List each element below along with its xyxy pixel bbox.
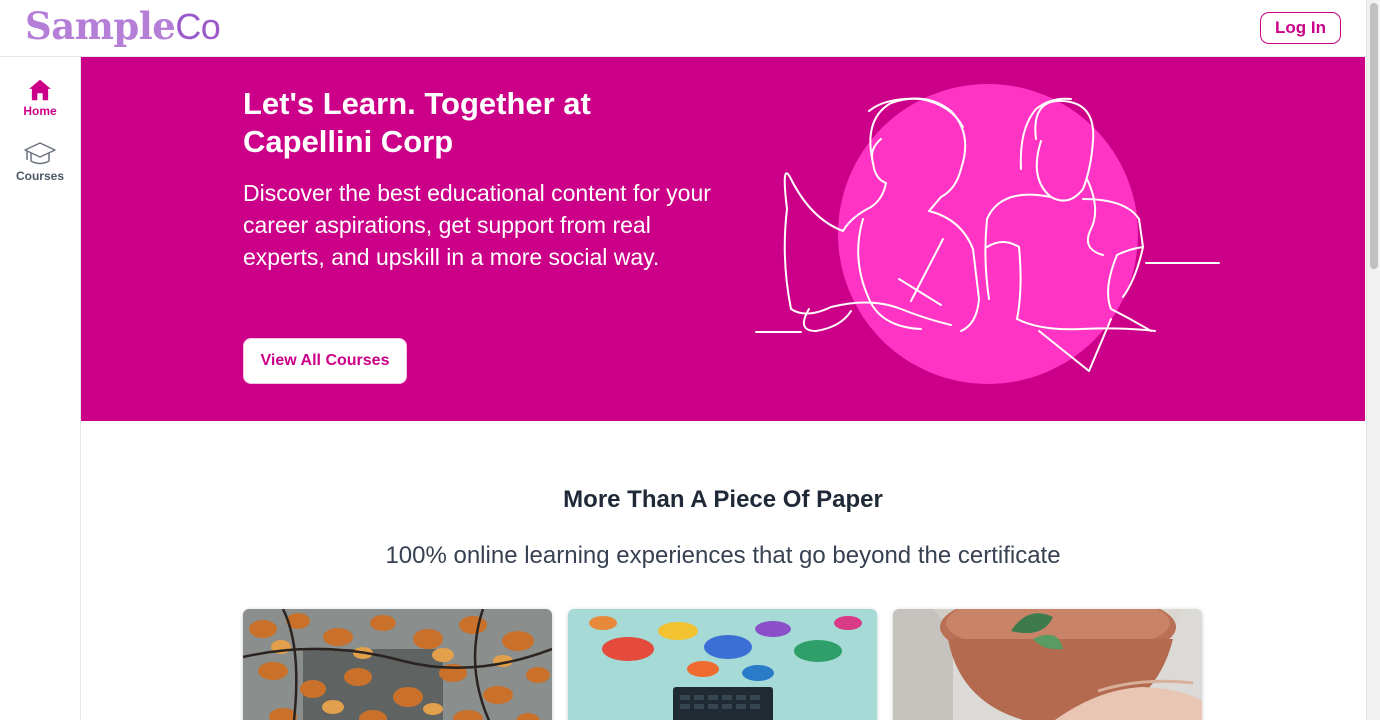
sidebar-item-courses[interactable]: Courses bbox=[0, 140, 80, 183]
hero-illustration bbox=[755, 84, 1220, 384]
autumn-leaves-image bbox=[243, 609, 552, 720]
hero-title: Let's Learn. Together at Capellini Corp bbox=[243, 86, 591, 159]
course-card-creative[interactable] bbox=[568, 609, 877, 720]
sidebar-item-label: Home bbox=[23, 104, 57, 118]
section-subtitle: 100% online learning experiences that go… bbox=[385, 542, 1061, 569]
home-icon bbox=[29, 79, 51, 101]
login-button[interactable]: Log In bbox=[1260, 12, 1341, 44]
top-bar: Sample Co Log In bbox=[0, 0, 1366, 57]
page-scrollbar[interactable] bbox=[1366, 0, 1380, 720]
section-title: More Than A Piece Of Paper bbox=[563, 486, 883, 513]
sidebar-item-home[interactable]: Home bbox=[0, 77, 80, 118]
logo[interactable]: Sample Co bbox=[25, 4, 221, 50]
course-card-tea[interactable] bbox=[893, 609, 1202, 720]
hero-description: Discover the best educational content fo… bbox=[243, 180, 711, 270]
graduation-cap-icon bbox=[24, 142, 56, 165]
view-all-courses-button[interactable]: View All Courses bbox=[243, 338, 407, 384]
hero-banner: Let's Learn. Together at Capellini Corp … bbox=[81, 57, 1365, 421]
creative-laptop-image bbox=[568, 609, 877, 720]
logo-sample-text: Sample bbox=[25, 4, 176, 48]
course-card-autumn[interactable] bbox=[243, 609, 552, 720]
sidebar-item-label: Courses bbox=[15, 169, 65, 183]
scrollbar-thumb[interactable] bbox=[1370, 3, 1378, 269]
logo-co-text: Co bbox=[175, 6, 221, 47]
tea-cup-image bbox=[893, 609, 1202, 720]
sidebar: Home Courses bbox=[0, 57, 81, 720]
